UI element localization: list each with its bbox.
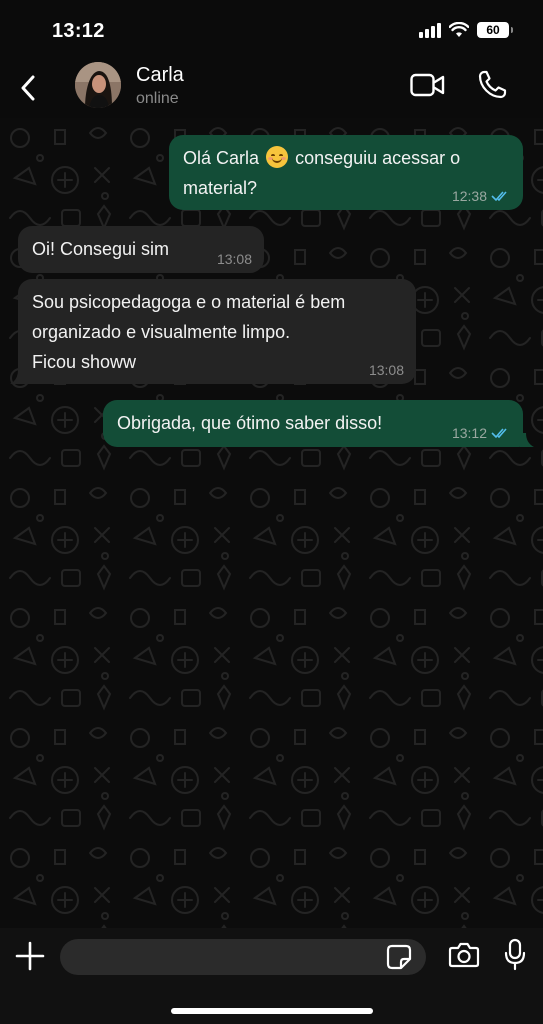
message-line: organizado e visualmente limpo. bbox=[32, 322, 291, 342]
message-time: 12:38 bbox=[451, 188, 487, 204]
battery-icon: 60 bbox=[477, 22, 513, 38]
voice-call-button[interactable] bbox=[477, 70, 507, 105]
chat-header: Carla online bbox=[0, 62, 543, 118]
attach-button[interactable] bbox=[14, 940, 46, 977]
wifi-icon bbox=[449, 22, 469, 37]
message-meta: 12:38 bbox=[452, 188, 511, 204]
battery-level: 60 bbox=[486, 23, 500, 37]
phone-icon bbox=[478, 70, 507, 99]
smiling-face-emoji-icon bbox=[266, 146, 289, 168]
message-outgoing[interactable]: Obrigada, que ótimo saber disso! 13:12 bbox=[103, 400, 523, 447]
status-time: 13:12 bbox=[52, 20, 105, 42]
bubble-tail bbox=[520, 433, 534, 447]
chat-area[interactable]: Olá Carla conseguiu acessar o material? … bbox=[0, 118, 543, 928]
contact-status: online bbox=[136, 90, 179, 107]
sticker-button[interactable] bbox=[386, 944, 412, 975]
message-line: Sou psicopedagoga e o material é bem bbox=[32, 292, 346, 312]
read-ticks-icon bbox=[491, 428, 507, 439]
bubble-tail bbox=[10, 370, 24, 384]
avatar-image bbox=[75, 62, 121, 108]
camera-icon bbox=[448, 942, 480, 968]
message-outgoing[interactable]: Olá Carla conseguiu acessar o material? … bbox=[169, 135, 523, 210]
message-time: 13:08 bbox=[368, 362, 404, 378]
message-time: 13:08 bbox=[216, 251, 252, 267]
back-button[interactable] bbox=[14, 70, 42, 106]
message-line: Ficou showw bbox=[32, 352, 137, 372]
signal-icon bbox=[419, 22, 441, 38]
message-text-start: Olá Carla bbox=[183, 148, 260, 168]
status-bar: 13:12 60 bbox=[0, 0, 543, 62]
status-icons: 60 bbox=[419, 22, 513, 38]
message-text: Oi! Consegui sim bbox=[32, 239, 170, 259]
message-text: Obrigada, que ótimo saber disso! bbox=[117, 413, 383, 433]
video-call-button[interactable] bbox=[410, 72, 446, 103]
read-ticks-icon bbox=[491, 191, 507, 202]
back-arrow-icon bbox=[21, 75, 35, 101]
contact-name[interactable]: Carla bbox=[136, 64, 184, 87]
message-meta: 13:08 bbox=[217, 251, 252, 267]
microphone-button[interactable] bbox=[503, 938, 527, 977]
plus-icon bbox=[15, 941, 45, 971]
home-indicator[interactable] bbox=[171, 1008, 373, 1014]
microphone-icon bbox=[504, 938, 526, 971]
avatar[interactable] bbox=[75, 62, 121, 108]
message-incoming[interactable]: Sou psicopedagoga e o material é bem org… bbox=[18, 279, 416, 384]
composer-bar bbox=[0, 928, 543, 1024]
camera-button[interactable] bbox=[448, 941, 480, 974]
message-meta: 13:08 bbox=[369, 362, 404, 378]
sticker-icon bbox=[386, 944, 412, 970]
message-incoming[interactable]: Oi! Consegui sim 13:08 bbox=[18, 226, 264, 273]
message-input[interactable] bbox=[60, 939, 426, 975]
video-call-icon bbox=[410, 73, 445, 97]
message-time: 13:12 bbox=[451, 425, 487, 441]
message-meta: 13:12 bbox=[452, 425, 511, 441]
